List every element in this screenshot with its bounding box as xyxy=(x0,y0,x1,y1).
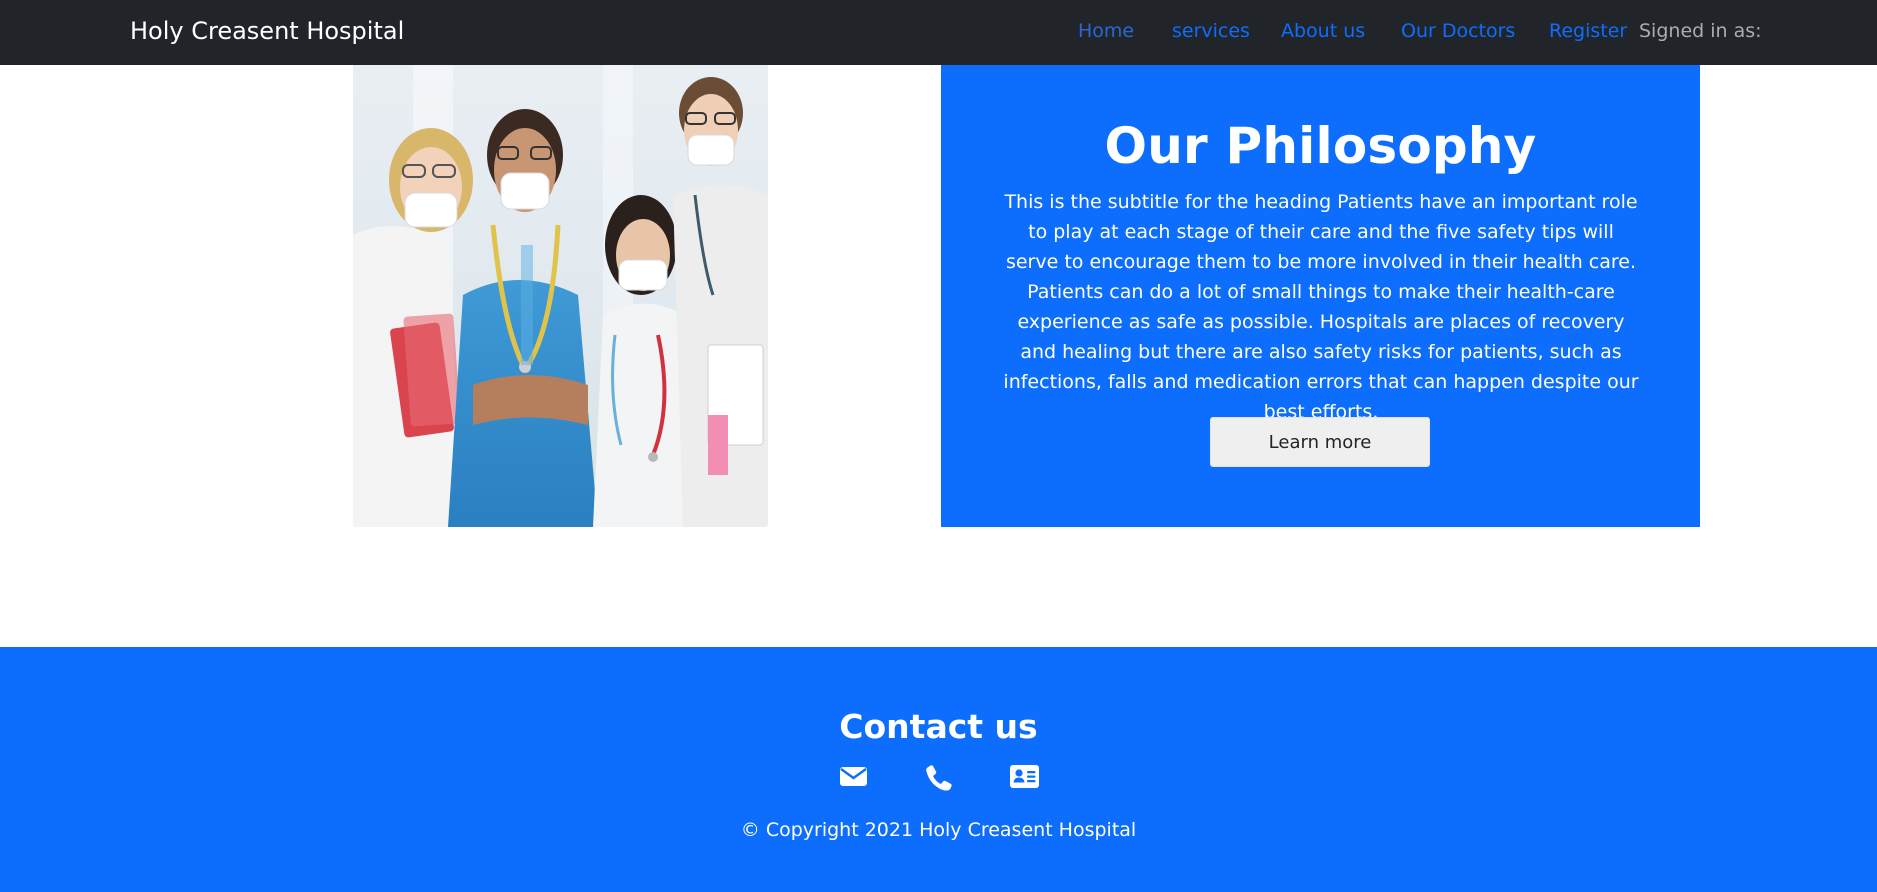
copyright-text: © Copyright 2021 Holy Creasent Hospital xyxy=(740,819,1137,841)
philosophy-panel: Our Philosophy This is the subtitle for … xyxy=(941,65,1700,527)
address-card-icon[interactable] xyxy=(1010,765,1039,792)
signed-in-label: Signed in as: xyxy=(1639,20,1762,42)
nav-link-our-doctors[interactable]: Our Doctors xyxy=(1401,0,1515,65)
contact-title: Contact us xyxy=(839,707,1038,746)
envelope-icon[interactable] xyxy=(840,765,867,791)
top-navbar: Holy Creasent Hospital Home services Abo… xyxy=(0,0,1877,65)
learn-more-button[interactable]: Learn more xyxy=(1210,417,1430,467)
footer: Contact us © Copyright 2021 Holy Creasen… xyxy=(0,647,1877,892)
brand-link[interactable]: Holy Creasent Hospital xyxy=(130,0,404,65)
philosophy-title: Our Philosophy xyxy=(1104,117,1537,175)
nav-link-home[interactable]: Home xyxy=(1078,0,1134,65)
nav-link-register[interactable]: Register xyxy=(1549,0,1627,65)
phone-icon[interactable] xyxy=(926,765,952,795)
contact-icons xyxy=(0,765,1877,793)
nav-link-about-us[interactable]: About us xyxy=(1281,0,1365,65)
philosophy-text: This is the subtitle for the heading Pat… xyxy=(1003,191,1639,423)
doctors-team-photo xyxy=(353,65,768,527)
nav-link-services[interactable]: services xyxy=(1172,0,1250,65)
